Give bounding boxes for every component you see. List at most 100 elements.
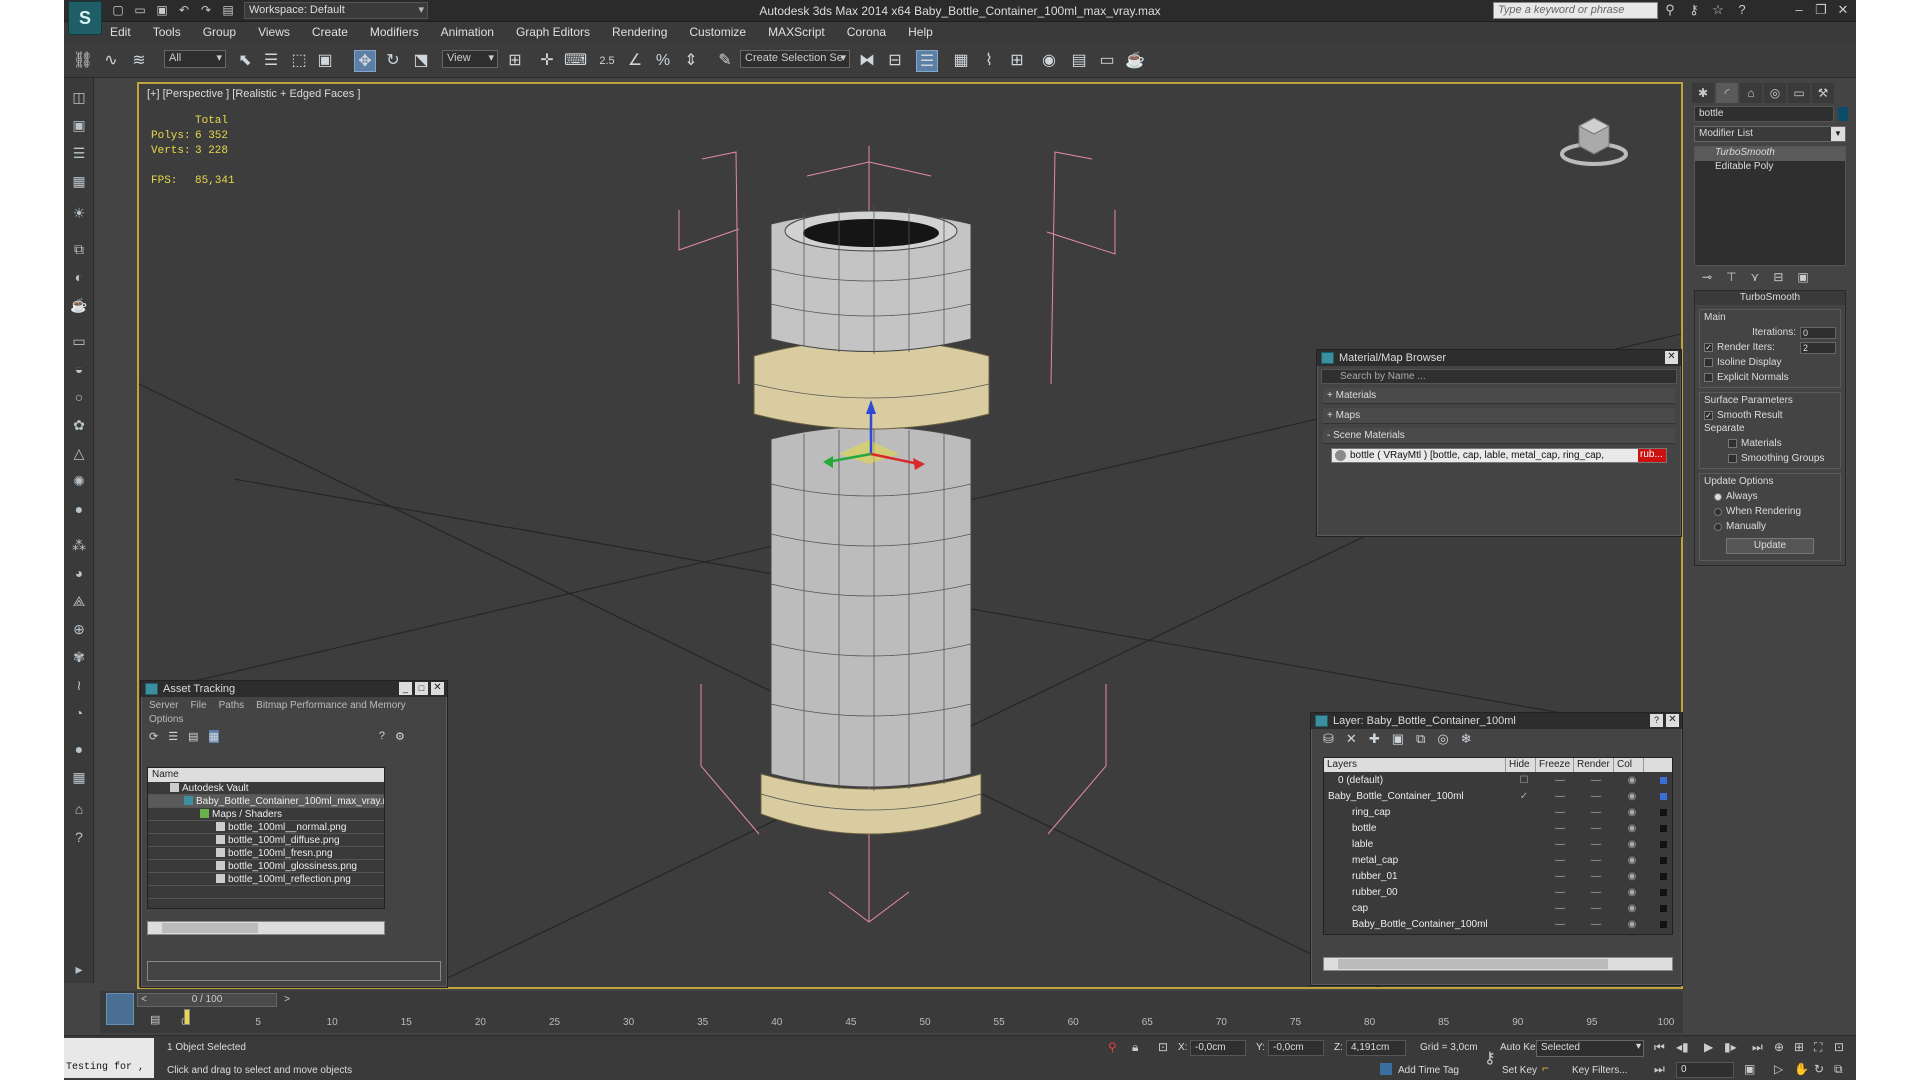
circle-icon[interactable]: ○ [68,386,90,408]
utilities-tab-icon[interactable]: ⚒ [1812,83,1834,103]
rollout-scene-materials[interactable]: - Scene Materials [1323,428,1675,444]
stack-item-turbosmooth[interactable]: TurboSmooth [1695,147,1845,161]
list-item[interactable]: bottle_100ml__normal.png [148,821,384,834]
list-view-icon[interactable]: ☰ [168,730,178,743]
timeline-ruler[interactable]: 0510152025303540455055606570758085909510… [181,1009,1684,1031]
expand-arrow-icon[interactable]: ▸ [68,958,90,980]
close-icon[interactable]: ✕ [1666,714,1679,727]
z-coordinate-field[interactable]: 4,191cm [1346,1040,1406,1056]
object-color-swatch[interactable] [1838,107,1848,121]
modify-tab-icon[interactable]: ◜ [1716,83,1738,103]
named-selection-dropdown[interactable]: Create Selection Se ▾ [740,50,850,68]
material-search-input[interactable]: Search by Name ... [1321,369,1677,384]
sun-icon[interactable]: ✺ [68,470,90,492]
hide-all-icon[interactable]: ◎ [1437,731,1448,747]
keyboard-shortcut-override-icon[interactable]: ⌨ [564,50,587,72]
at-menu-paths[interactable]: Paths [219,700,245,711]
time-config-icon[interactable]: ▣ [1744,1062,1755,1076]
render-iters-spinner[interactable]: 2 [1800,341,1836,354]
remove-modifier-icon[interactable]: ⊟ [1773,270,1783,284]
binoculars-icon[interactable]: ⚲ [1662,2,1678,18]
pivot-center-icon[interactable]: ⊞ [504,50,526,72]
maximize-viewport-icon[interactable]: ⧉ [1834,1062,1843,1077]
edit-named-selection-icon[interactable]: ✎ [714,50,736,72]
menu-graph-editors[interactable]: Graph Editors [516,25,590,39]
selection-filter-dropdown[interactable]: All ▾ [164,50,226,68]
table-row[interactable]: cap — — ◉ [1324,900,1672,916]
goto-end-icon[interactable]: ⏭ [1752,1040,1763,1055]
close-icon[interactable]: ✕ [431,682,444,695]
table-row[interactable]: Baby_Bottle_Container_100ml — — ◉ [1324,916,1672,932]
viewport-label[interactable]: [+] [Perspective ] [Realistic + Edged Fa… [147,88,360,100]
help-circle-icon[interactable]: ? [68,826,90,848]
add-to-layer-icon[interactable]: ✚ [1369,731,1380,747]
list-item[interactable]: Autodesk Vault [148,782,384,795]
list-item[interactable]: Maps / Shaders [148,808,384,821]
select-object-icon[interactable]: ⬉ [234,50,256,72]
manipulate-icon[interactable]: ✛ [536,50,558,72]
display-tab-icon[interactable]: ▭ [1788,83,1810,103]
mini-curve-editor-icon[interactable] [106,993,134,1025]
col-color[interactable]: Col [1614,758,1644,772]
lock-icon[interactable]: 🔒︎ [1132,1040,1138,1055]
hierarchy-tab-icon[interactable]: ⌂ [1740,83,1762,103]
list-icon[interactable]: ☰ [68,142,90,164]
select-objects-icon[interactable]: ▣ [1392,731,1404,747]
camera-icon[interactable]: ⧉ [68,238,90,260]
y-coordinate-field[interactable]: -0,0cm [1268,1040,1324,1056]
selection-region-icon[interactable]: ⬚ [288,50,310,72]
scene-material-item[interactable]: bottle ( VRayMtl ) [bottle, cap, lable, … [1331,448,1667,463]
layer-manager-icon[interactable]: ☰ [916,50,938,72]
unlink-icon[interactable]: ∿ [100,50,122,72]
explicit-normals-checkbox[interactable] [1704,373,1713,382]
prev-frame-icon[interactable]: < [141,994,147,1006]
orbit-icon[interactable]: ↻ [1814,1062,1824,1076]
make-unique-icon[interactable]: ⋎ [1751,270,1760,284]
list-item[interactable]: bottle_100ml_diffuse.png [148,834,384,847]
particles-icon[interactable]: ⁂ [68,534,90,556]
menu-rendering[interactable]: Rendering [612,25,667,39]
hair-icon[interactable]: ≀ [68,674,90,696]
list-item[interactable]: bottle_100ml_reflection.png [148,873,384,886]
create-layer-icon[interactable]: ⛁ [1323,731,1334,747]
restore-icon[interactable]: ❐ [1814,2,1828,18]
light-icon[interactable]: ☀ [68,202,90,224]
rendered-frame-window-icon[interactable]: ▭ [1096,50,1118,72]
uv-grid-icon[interactable]: ▦ [68,766,90,788]
list-item[interactable]: bottle_100ml_fresn.png [148,847,384,860]
keyword-search-input[interactable]: Type a keyword or phrase [1493,2,1658,19]
sphere-icon[interactable]: ◒ [68,358,90,380]
when-rendering-radio[interactable] [1714,507,1722,516]
grid-view-icon[interactable]: ▦ [208,730,219,743]
table-row[interactable]: rubber_00— — ◉ [1324,884,1672,900]
highlight-layer-icon[interactable]: ⧉ [1416,731,1425,747]
absolute-mode-icon[interactable]: ⊡ [1158,1040,1168,1054]
spinner-snap-icon[interactable]: ⇕ [680,50,702,72]
dynamics-icon[interactable]: ◕ [68,562,90,584]
help-icon[interactable]: ? [1650,714,1663,727]
time-tag-icon[interactable] [1380,1063,1392,1075]
asset-path-field[interactable] [147,961,441,981]
settings-icon[interactable]: ⚙ [395,730,405,743]
menu-customize[interactable]: Customize [689,25,746,39]
help-icon[interactable]: ? [1734,2,1750,18]
isoline-checkbox[interactable] [1704,358,1713,367]
window-crossing-icon[interactable]: ▣ [314,50,336,72]
minimize-icon[interactable]: – [1792,2,1806,18]
key-selection-dropdown[interactable]: Selected ▾ [1536,1040,1644,1057]
menu-corona[interactable]: Corona [847,25,886,39]
project-icon[interactable]: ▤ [220,3,236,17]
bottle-mesh[interactable] [753,206,990,835]
menu-create[interactable]: Create [312,25,348,39]
configure-sets-icon[interactable]: ▣ [1797,270,1808,284]
key-mode-icon[interactable]: ⏭ [1654,1062,1665,1077]
sphere-solid-icon[interactable]: ● [68,738,90,760]
redo-icon[interactable]: ↷ [198,3,214,17]
object-name-input[interactable]: bottle [1694,106,1834,122]
at-menu-server[interactable]: Server [149,700,178,711]
smooth-result-checkbox[interactable]: ✓ [1704,411,1713,420]
maxscript-listener[interactable]: Testing for , [64,1038,154,1078]
update-button[interactable]: Update [1726,538,1814,554]
zoom-icon[interactable]: ⊕ [1774,1040,1784,1054]
show-end-result-icon[interactable]: ⊤ [1726,270,1736,284]
